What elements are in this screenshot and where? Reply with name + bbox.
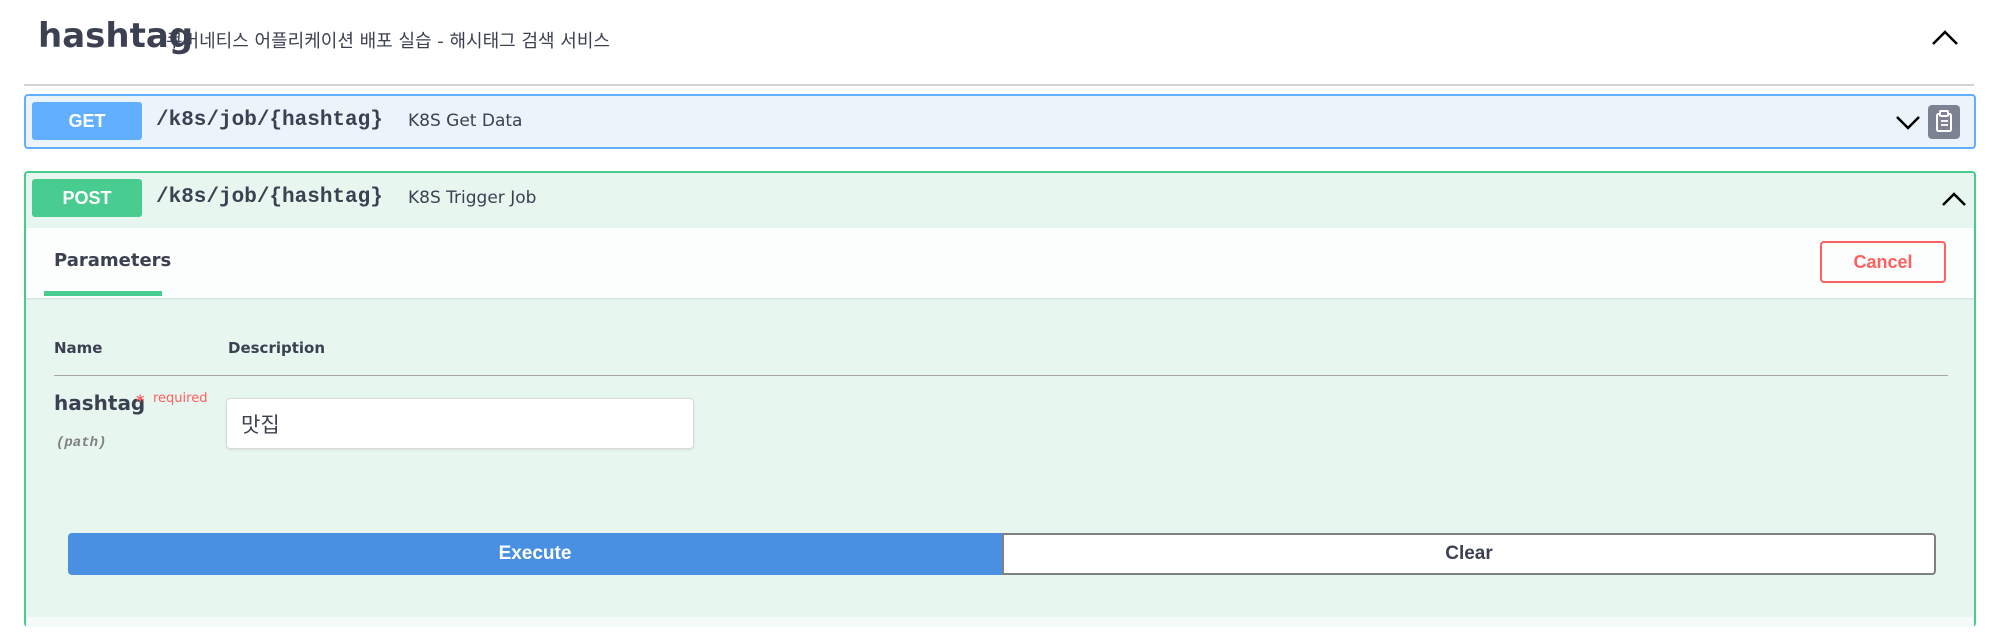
method-badge-get: GET	[32, 102, 142, 140]
tag-description: 쿠버네티스 어플리케이션 배포 실습 - 해시태그 검색 서비스	[166, 31, 610, 52]
tab-parameters-label: Parameters	[54, 250, 172, 271]
parameter-location: (path)	[56, 435, 107, 451]
chevron-down-icon[interactable]	[1894, 112, 1922, 132]
clear-button[interactable]: Clear	[1002, 533, 1936, 575]
chevron-up-icon[interactable]	[1940, 189, 1968, 209]
execute-button[interactable]: Execute	[68, 533, 1002, 575]
chevron-up-icon[interactable]	[1930, 26, 1960, 48]
column-header-name: Name	[54, 339, 103, 357]
tab-active-indicator	[44, 291, 162, 296]
method-badge-post: POST	[32, 179, 142, 217]
tab-parameters[interactable]: Parameters	[44, 228, 171, 298]
operation-summary-post: K8S Trigger Job	[408, 188, 537, 208]
operation-path-get: /k8s/job/{hashtag}	[156, 109, 383, 132]
clipboard-icon	[1936, 110, 1952, 132]
copy-to-clipboard-button[interactable]	[1928, 105, 1960, 139]
required-star: *	[136, 391, 145, 410]
parameters-header: Parameters Cancel	[26, 228, 1974, 298]
required-label: required	[153, 391, 208, 406]
tag-header[interactable]: hashtag 쿠버네티스 어플리케이션 배포 실습 - 해시태그 검색 서비스	[24, 0, 1974, 86]
column-header-description: Description	[228, 339, 326, 357]
opblock-post: POST /k8s/job/{hashtag} K8S Trigger Job …	[24, 171, 1976, 637]
operation-path-post: /k8s/job/{hashtag}	[156, 186, 383, 209]
cancel-button[interactable]: Cancel	[1820, 241, 1946, 283]
operation-summary-get: K8S Get Data	[408, 111, 523, 131]
opblock-summary-post[interactable]: POST /k8s/job/{hashtag} K8S Trigger Job	[26, 173, 1974, 226]
responses-section-edge	[26, 617, 1974, 637]
opblock-summary-get[interactable]: GET /k8s/job/{hashtag} K8S Get Data	[26, 96, 1974, 149]
table-header-divider	[54, 375, 1948, 376]
execute-wrapper: Execute Clear	[68, 533, 1936, 575]
parameter-name: hashtag	[54, 391, 146, 415]
hashtag-input[interactable]	[226, 398, 694, 449]
opblock-get[interactable]: GET /k8s/job/{hashtag} K8S Get Data	[24, 94, 1976, 149]
